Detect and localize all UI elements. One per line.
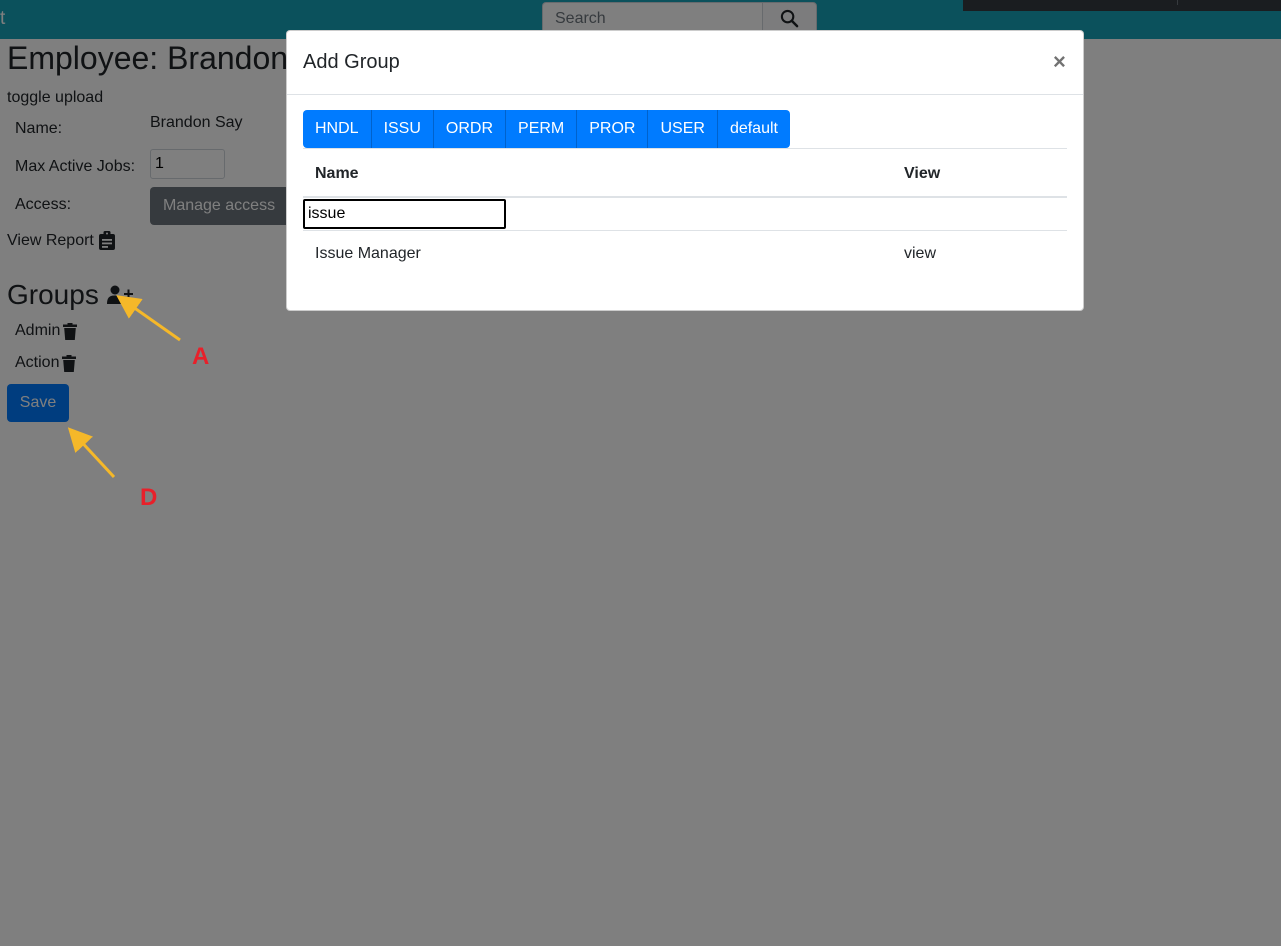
view-link[interactable]: view: [904, 245, 936, 263]
prefix-button-default[interactable]: default: [716, 110, 790, 148]
add-group-modal: Add Group × HNDL ISSU ORDR PERM PROR USE…: [286, 30, 1084, 311]
close-button[interactable]: ×: [1049, 45, 1070, 79]
prefix-filter-group: HNDL ISSU ORDR PERM PROR USER default: [303, 110, 790, 148]
modal-title: Add Group: [303, 51, 400, 73]
prefix-button-hndl[interactable]: HNDL: [303, 110, 371, 148]
group-name-cell[interactable]: Issue Manager: [315, 245, 421, 263]
prefix-button-user[interactable]: USER: [647, 110, 717, 148]
prefix-button-pror[interactable]: PROR: [576, 110, 648, 148]
table-header-row: Name View: [303, 148, 1067, 198]
table-row[interactable]: Issue Manager view: [303, 231, 1067, 275]
prefix-button-ordr[interactable]: ORDR: [432, 110, 506, 148]
column-header-view: View: [904, 165, 941, 182]
prefix-button-perm[interactable]: PERM: [505, 110, 577, 148]
name-filter-input[interactable]: [303, 199, 506, 229]
prefix-button-issu[interactable]: ISSU: [370, 110, 433, 148]
column-header-name[interactable]: Name: [315, 165, 359, 183]
table-filter-row: [303, 198, 1067, 231]
modal-header: Add Group ×: [287, 31, 1083, 95]
